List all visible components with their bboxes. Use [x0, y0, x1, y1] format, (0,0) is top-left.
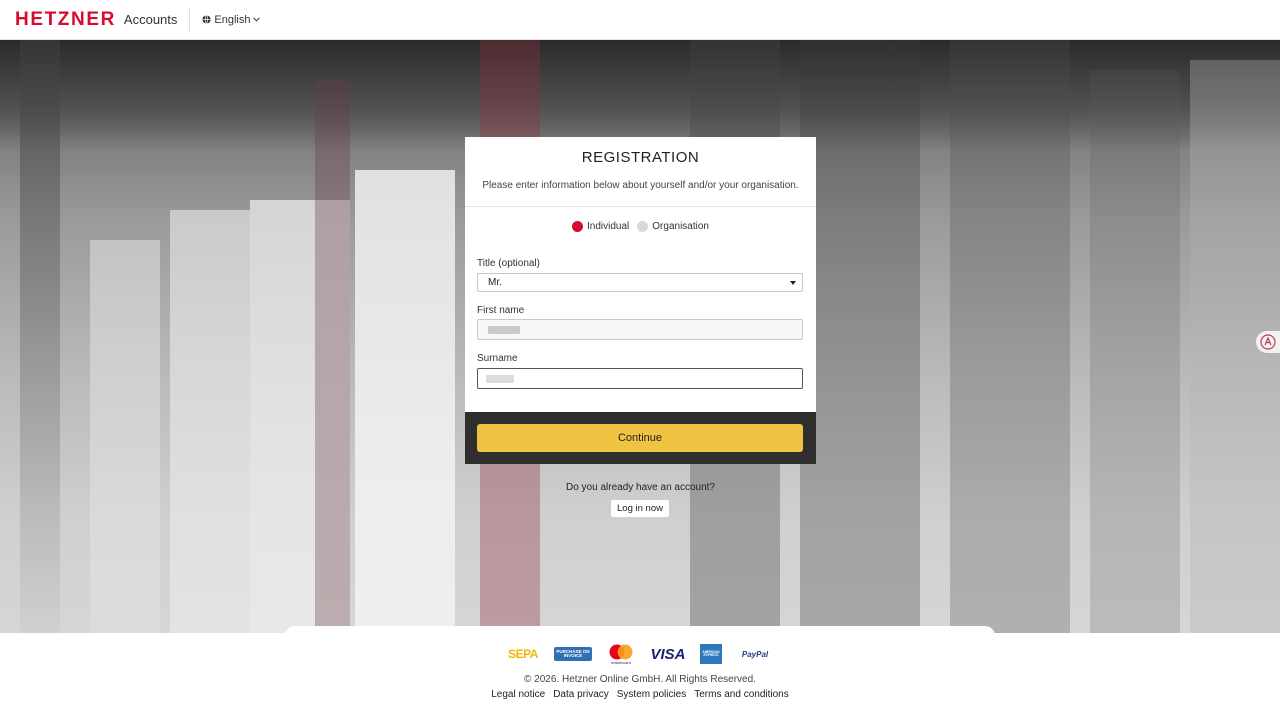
radio-unselected-indicator[interactable]	[637, 221, 649, 232]
purchase-on-invoice-icon: PURCHASE ON INVOICE	[554, 647, 592, 661]
app-name: Accounts	[123, 12, 178, 27]
language-selector[interactable]: English	[202, 14, 263, 26]
terms-and-conditions-link[interactable]: Terms and conditions	[694, 689, 789, 700]
system-policies-link[interactable]: System policies	[617, 689, 686, 700]
radio-organisation-label: Organisation	[652, 221, 709, 232]
legal-notice-link[interactable]: Legal notice	[491, 689, 545, 700]
globe-icon	[202, 15, 211, 24]
page-title: REGISTRATION	[581, 149, 700, 166]
redacted-value	[488, 326, 520, 334]
mastercard-icon: mastercard	[606, 643, 636, 665]
accessibility-icon[interactable]	[1256, 331, 1280, 353]
log-in-button[interactable]: Log in now	[611, 500, 669, 517]
have-account-prompt: Do you already have an account?	[566, 482, 715, 493]
paypal-icon: PayPal	[741, 649, 769, 659]
page-footer: SEPA PURCHASE ON INVOICE mastercard VISA…	[0, 633, 1280, 715]
continue-strip: Continue	[465, 412, 816, 464]
header-divider	[189, 7, 191, 32]
registration-subtitle: Please enter information below about you…	[482, 180, 799, 191]
sepa-icon: SEPA	[508, 647, 538, 661]
radio-selected-indicator[interactable]	[572, 221, 584, 232]
language-label: English	[214, 13, 251, 26]
hetzner-logo[interactable]: HETZNER	[15, 10, 116, 29]
registration-card: REGISTRATION Please enter information be…	[465, 137, 816, 412]
payment-methods: SEPA PURCHASE ON INVOICE mastercard VISA…	[0, 643, 1280, 665]
title-field-label: Title (optional)	[477, 258, 540, 269]
title-select-value: Mr.	[488, 277, 502, 288]
american-express-icon: AMERICAN EXPRESS	[700, 644, 722, 664]
data-privacy-link[interactable]: Data privacy	[553, 689, 609, 700]
title-select[interactable]: Mr.	[477, 273, 803, 292]
radio-individual[interactable]: Individual	[572, 221, 629, 232]
account-type-radio-group: Individual Organisation	[465, 221, 816, 232]
caret-down-icon	[790, 281, 796, 285]
first-name-label: First name	[477, 305, 525, 316]
visa-icon: VISA	[650, 645, 686, 663]
top-header: HETZNER Accounts English	[0, 0, 1280, 40]
redacted-value	[486, 375, 514, 383]
surname-label: Surname	[477, 353, 518, 364]
surname-input[interactable]	[477, 368, 803, 389]
copyright-text: © 2026. Hetzner Online GmbH. All Rights …	[524, 674, 756, 685]
radio-organisation[interactable]: Organisation	[637, 221, 709, 232]
footer-links: Legal notice Data privacy System policie…	[0, 689, 1280, 700]
card-divider	[465, 206, 816, 207]
chevron-down-icon	[253, 17, 261, 22]
first-name-input[interactable]	[477, 319, 803, 340]
radio-individual-label: Individual	[587, 221, 630, 232]
continue-button[interactable]: Continue	[477, 424, 803, 452]
